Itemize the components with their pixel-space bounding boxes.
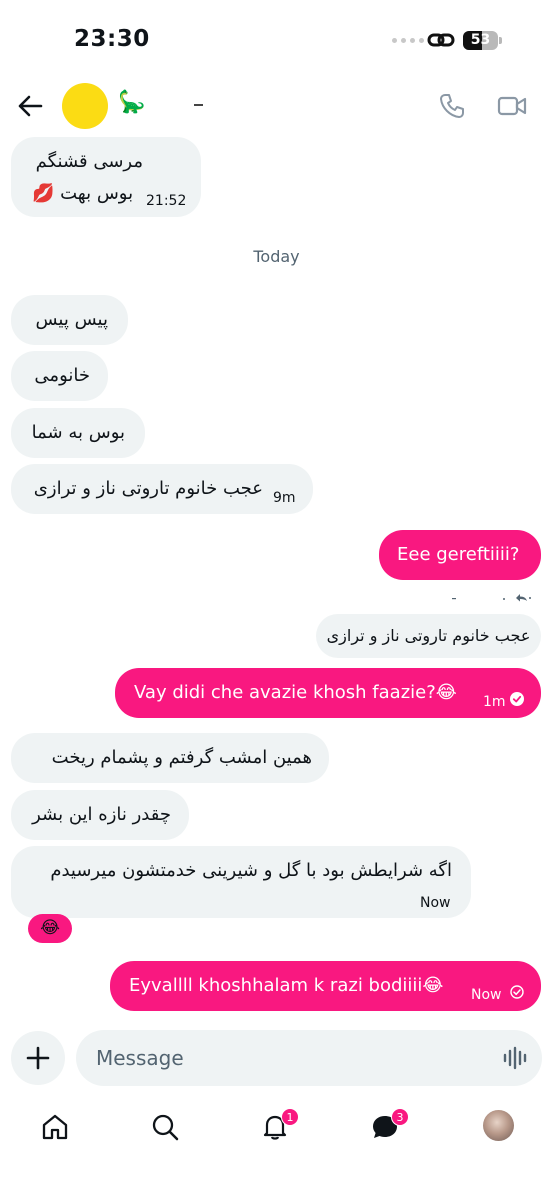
replied-to-message[interactable]: عجب خانوم تاروتی ناز و ترازی [316,614,541,658]
notifications-badge: 1 [281,1108,299,1126]
phone-call-icon[interactable] [438,92,466,120]
outgoing-message[interactable]: Vay didi che avazie khosh faazie?😂 1m [115,668,541,718]
message-text: عجب خانوم تاروتی ناز و ترازی [33,478,263,499]
message-reaction[interactable]: 😂 [28,914,72,943]
message-time: 1m [483,694,506,710]
personal-hotspot-icon [427,33,455,47]
bottom-navigation: 1 3 [0,1095,553,1159]
voice-message-icon[interactable] [502,1045,528,1071]
battery-icon: 53 [463,31,502,50]
home-icon [42,1114,68,1140]
nav-notifications[interactable]: 1 [255,1107,299,1147]
contact-name-redacted [194,104,203,106]
message-text: مرسی قشنگم [35,151,143,172]
search-icon [152,1114,179,1141]
outgoing-message[interactable]: Eee gereftiiii? [379,530,541,580]
plus-icon [26,1046,50,1070]
incoming-message[interactable]: خانومی [11,351,108,401]
message-time: Now [420,895,451,911]
day-separator: Today [253,247,300,266]
profile-avatar[interactable] [483,1110,514,1141]
messages-badge: 3 [391,1108,409,1126]
reply-indicator [452,594,531,602]
message-text: چقدر نازه این بشر [32,804,171,825]
nav-search[interactable] [145,1107,185,1147]
incoming-message[interactable]: همین امشب گرفتم و پشمام ریخت [11,733,329,783]
nav-home[interactable] [35,1107,75,1147]
battery-percent: 53 [470,32,491,48]
incoming-message[interactable]: عجب خانوم تاروتی ناز و ترازی 9m [11,464,313,514]
add-attachment-button[interactable] [11,1031,65,1085]
nav-messages[interactable]: 3 [365,1107,409,1147]
message-field[interactable] [76,1030,542,1086]
contact-name-emoji[interactable]: 🦕 [118,90,145,116]
video-call-icon[interactable] [497,93,527,119]
chat-header: 🦕 [0,80,553,134]
incoming-message[interactable]: پیس پیس [11,295,128,345]
sent-check-icon [510,692,524,706]
status-time: 23:30 [74,26,150,52]
outgoing-message[interactable]: Eyvallll khoshhalam k razi bodiiii😂 Now [110,961,541,1011]
message-time: Now [471,987,502,1003]
signal-icon [392,38,424,43]
message-input[interactable] [96,1030,486,1086]
message-text: همین امشب گرفتم و پشمام ریخت [51,747,312,768]
message-time: 9m [273,490,296,506]
message-time: 21:52 [146,193,187,209]
message-text: بوس به شما [31,422,125,443]
message-text: پیس پیس [35,309,108,330]
message-text: Eyvallll khoshhalam k razi bodiiii😂 [129,975,444,996]
sent-check-icon [510,985,524,999]
incoming-message[interactable]: اگه شرایطش بود با گل و شیرینی خدمتشون می… [11,846,471,918]
incoming-message[interactable]: بوس به شما [11,408,145,458]
contact-avatar[interactable] [62,83,108,129]
message-text: Vay didi che avazie khosh faazie?😂 [134,682,457,703]
status-bar: 23:30 53 [0,0,553,80]
message-text: اگه شرایطش بود با گل و شیرینی خدمتشون می… [50,860,452,881]
message-composer [0,1028,553,1088]
incoming-message[interactable]: چقدر نازه این بشر [11,790,189,840]
back-arrow-icon[interactable] [16,92,44,120]
message-text: Eee gereftiiii? [397,544,520,565]
incoming-message[interactable]: مرسی قشنگم بوس بهت 💋 21:52 [11,137,201,217]
message-text: بوس بهت 💋 [32,183,134,204]
message-text: خانومی [34,365,90,386]
